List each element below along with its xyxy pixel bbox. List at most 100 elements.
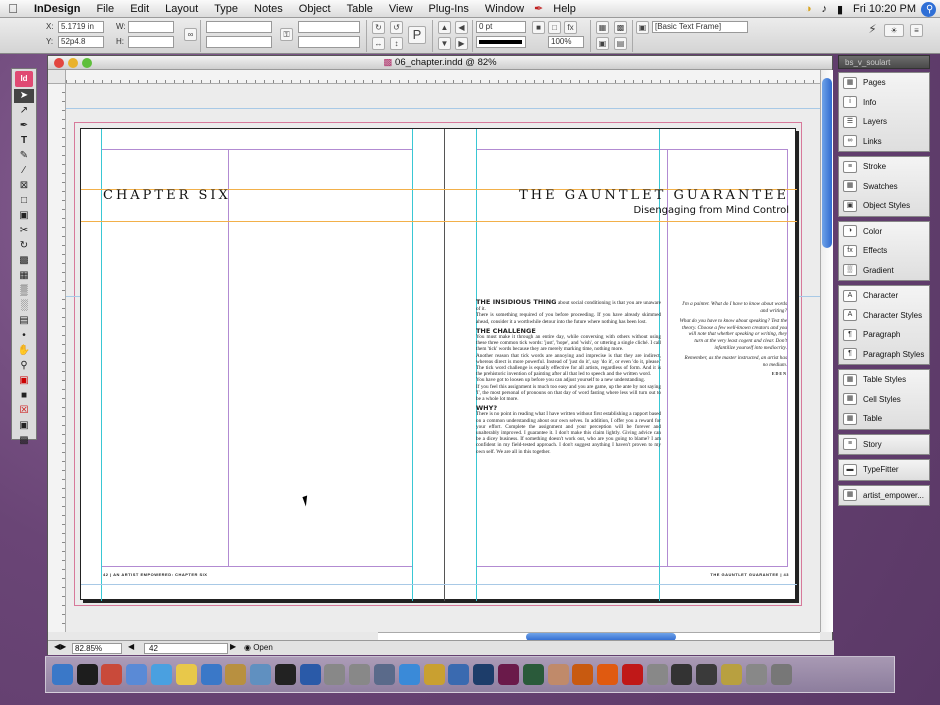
panel-artist-empower[interactable]: ▦ artist_empower... (839, 486, 929, 506)
dock-trash-icon[interactable]: Trash (770, 664, 792, 685)
rotate-ccw-icon[interactable]: ↺ (390, 21, 403, 34)
horizontal-scrollbar[interactable] (378, 632, 820, 641)
panel-character-styles[interactable]: A Character Styles (839, 306, 929, 326)
dock-pencil-icon[interactable]: Pencil (423, 664, 445, 685)
dock-safari-icon[interactable]: Safari (398, 664, 420, 685)
close-icon[interactable] (54, 58, 64, 68)
zoom-window-icon[interactable] (82, 58, 92, 68)
clock[interactable]: Fri 10:20 PM (848, 3, 921, 15)
fit-content-icon[interactable]: ▩ (614, 21, 627, 34)
dock-mail-icon[interactable]: Mail (126, 664, 148, 685)
menu-app[interactable]: InDesign (26, 0, 88, 18)
rotate-cw-icon[interactable]: ↻ (372, 21, 385, 34)
menu-file[interactable]: File (88, 0, 122, 18)
direct-selection-tool-icon[interactable]: ↗ (14, 104, 34, 118)
minimize-icon[interactable] (68, 58, 78, 68)
right-chapter-heading[interactable]: THE GAUNTLET GUARANTEE (517, 188, 789, 203)
hand-tool-icon[interactable]: ✋ (14, 344, 34, 358)
gradient-feather-tool-icon[interactable]: ░ (14, 299, 34, 313)
panel-paragraph-styles[interactable]: ¶ Paragraph Styles (839, 345, 929, 365)
gradient-tool-icon[interactable]: ▒ (14, 284, 34, 298)
battery-icon[interactable]: ▮ (832, 3, 848, 16)
type-tool-icon[interactable]: T (14, 134, 34, 148)
panel-links[interactable]: ∞ Links (839, 132, 929, 152)
dock-hand-icon[interactable]: Hand (547, 664, 569, 685)
right-footer[interactable]: THE GAUNTLET GUARANTEE | 43 (641, 572, 789, 577)
left-footer[interactable]: 42 | AN ARTIST EMPOWERED: CHAPTER SIX (103, 572, 207, 577)
h-field[interactable] (128, 36, 174, 48)
panel-character[interactable]: A Character (839, 286, 929, 306)
menu-help[interactable]: Help (545, 0, 584, 18)
pasteboard[interactable]: CHAPTER SIX THE GAUNTLET GUARANTEE Disen… (66, 84, 820, 632)
panel-table-styles[interactable]: ▦ Table Styles (839, 370, 929, 390)
vertical-scroll-thumb[interactable] (822, 78, 832, 248)
flip-v-icon[interactable]: ↕ (390, 37, 403, 50)
fx-icon[interactable]: fx (564, 21, 577, 34)
dock-preview-icon[interactable]: Preview (200, 664, 222, 685)
fill-icon[interactable]: ■ (532, 21, 545, 34)
menu-edit[interactable]: Edit (122, 0, 157, 18)
panel-dock-title[interactable]: bs_v_soulart (838, 55, 930, 69)
panel-effects[interactable]: fx Effects (839, 241, 929, 261)
apply-color-icon[interactable]: ■ (14, 389, 34, 403)
right-subheading[interactable]: Disengaging from Mind Control (521, 205, 789, 216)
spotlight-icon[interactable]: ⚲ (921, 1, 936, 17)
panel-info[interactable]: i Info (839, 93, 929, 113)
panel-story[interactable]: ≡ Story (839, 435, 929, 455)
y-field[interactable]: 52p4.8 (58, 36, 104, 48)
panel-paragraph[interactable]: ¶ Paragraph (839, 325, 929, 345)
panel-typefitter[interactable]: ▬ TypeFitter (839, 460, 929, 480)
moon-icon[interactable]: ◑ (800, 3, 817, 15)
sidebar-quote-frame[interactable]: I'm a painter. What do I have to know ab… (679, 301, 787, 378)
button-tool-icon[interactable]: ▣ (14, 209, 34, 223)
page-spread[interactable]: CHAPTER SIX THE GAUNTLET GUARANTEE Disen… (80, 128, 797, 601)
dock-chess-icon[interactable]: Chess (225, 664, 247, 685)
menu-object[interactable]: Object (291, 0, 339, 18)
scale-y-field[interactable] (206, 36, 272, 48)
menu-window[interactable]: Window (477, 0, 532, 18)
flip-h-icon[interactable]: ↔ (372, 37, 385, 50)
pen-tool-icon[interactable]: ✒ (14, 119, 34, 133)
apply-none-icon[interactable]: ☒ (14, 404, 34, 418)
fill-stroke-swatch-icon[interactable]: ▣ (14, 374, 34, 388)
line-tool-icon[interactable]: ∕ (14, 164, 34, 178)
zoom-field[interactable]: 82.85% (72, 643, 122, 654)
rectangle-frame-tool-icon[interactable]: ⊠ (14, 179, 34, 193)
fill-frame-icon[interactable]: ▤ (614, 37, 627, 50)
apple-icon[interactable]:  (0, 1, 26, 16)
scissors-tool-icon[interactable]: ✂ (14, 224, 34, 238)
panel-color[interactable]: ◑ Color (839, 222, 929, 242)
note-tool-icon[interactable]: ▤ (14, 314, 34, 328)
rotate-tool-icon[interactable]: ↻ (14, 239, 34, 253)
next-page-icon[interactable]: ▶ (230, 642, 236, 651)
dock-acrobat-icon[interactable]: Acrobat (621, 664, 643, 685)
effects-icon[interactable]: □ (548, 21, 561, 34)
dock-dashboard-icon[interactable]: Dashboard (76, 664, 98, 685)
panel-table[interactable]: ▦ Table (839, 409, 929, 429)
dock-fontbook-icon[interactable]: Fontbook (646, 664, 668, 685)
dock-dw-icon[interactable]: Dw (522, 664, 544, 685)
nav-icon[interactable]: ◀▶ (54, 642, 66, 651)
shear-field[interactable] (298, 36, 360, 48)
scale-x-field[interactable] (206, 21, 272, 33)
rectangle-tool-icon[interactable]: □ (14, 194, 34, 208)
panel-pages[interactable]: ▦ Pages (839, 73, 929, 93)
panel-layers[interactable]: ☰ Layers (839, 112, 929, 132)
select-content-icon[interactable]: ▼ (438, 37, 451, 50)
dock-quill-icon[interactable]: Quill (671, 664, 693, 685)
stroke-type-select[interactable] (476, 36, 526, 48)
vertical-scrollbar[interactable] (820, 70, 833, 632)
menu-type[interactable]: Type (206, 0, 246, 18)
dock-ai-icon[interactable]: Ai (572, 664, 594, 685)
scale-tool-icon[interactable]: ▩ (14, 254, 34, 268)
bridge-icon[interactable]: ☀ (884, 24, 904, 37)
dock-finder-icon[interactable]: Finder (51, 664, 73, 685)
dock-scan-icon[interactable]: Scan (745, 664, 767, 685)
volume-icon[interactable]: ♪ (816, 3, 832, 15)
script-icon[interactable]: ✒ (532, 0, 545, 18)
stroke-weight-field[interactable]: 0 pt (476, 21, 526, 33)
free-transform-tool-icon[interactable]: ▦ (14, 269, 34, 283)
vertical-ruler[interactable] (48, 84, 66, 632)
lightning-icon[interactable]: ⚡ (866, 23, 879, 37)
pencil-tool-icon[interactable]: ✎ (14, 149, 34, 163)
